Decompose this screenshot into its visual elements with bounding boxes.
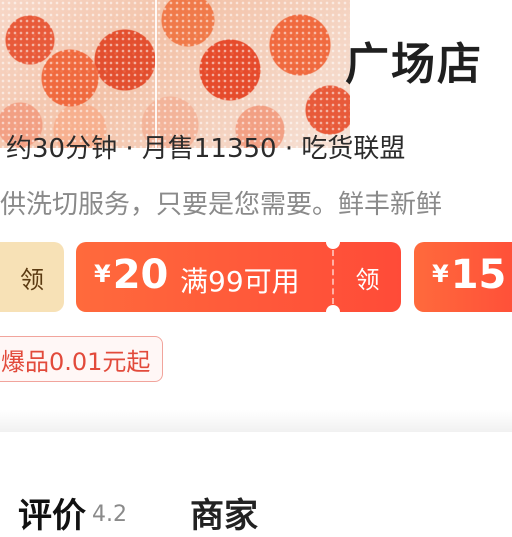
- store-description: 供洗切服务，只要是您需要。鲜丰新鲜: [0, 190, 443, 220]
- store-title: 广场店: [345, 39, 483, 90]
- store-tabs: 评价 4.2 商家: [0, 470, 512, 536]
- claim-label: 领: [20, 265, 44, 294]
- coupon-card[interactable]: ¥20 满99可用 领: [76, 235, 401, 319]
- claim-coupon-button-left[interactable]: 领: [0, 242, 64, 312]
- claim-label: 领: [355, 265, 380, 294]
- section-divider: [0, 410, 512, 432]
- product-image[interactable]: [0, 0, 350, 148]
- claim-coupon-button[interactable]: 领: [334, 242, 401, 312]
- tab-merchant[interactable]: 商家: [190, 488, 258, 537]
- review-score: 4.2: [92, 502, 127, 527]
- coupon-value: 20: [112, 252, 169, 298]
- coupon-card-next[interactable]: ¥15: [414, 242, 512, 312]
- promo-badge[interactable]: 爆品0.01元起: [0, 336, 164, 382]
- delivery-sales-meta: 约30分钟 · 月售11350 · 吃货联盟: [6, 134, 406, 164]
- coupon-amount: ¥20: [94, 252, 168, 298]
- tab-reviews[interactable]: 评价 4.2: [18, 488, 127, 537]
- image-divider: [155, 0, 157, 148]
- tab-reviews-label: 评价: [18, 496, 86, 536]
- coupon-row: 领 ¥20 满99可用 领 ¥15: [0, 235, 512, 319]
- currency-symbol: ¥: [432, 260, 449, 288]
- currency-symbol: ¥: [94, 260, 111, 288]
- coupon-condition: 满99可用: [180, 265, 300, 298]
- coupon-value: 15: [450, 252, 507, 298]
- coupon-amount-next: ¥15: [432, 252, 506, 298]
